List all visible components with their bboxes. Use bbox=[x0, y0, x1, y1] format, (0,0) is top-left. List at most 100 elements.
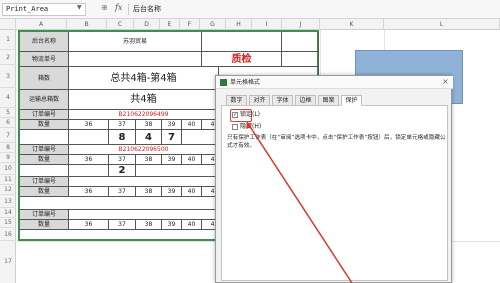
table-cell[interactable]: 物流单号 bbox=[20, 52, 69, 67]
dialog-title: 单元格格式 bbox=[230, 79, 261, 86]
table-cell[interactable]: 37 bbox=[109, 220, 136, 230]
column-header[interactable]: L bbox=[384, 19, 500, 30]
table-cell[interactable]: 37 bbox=[109, 120, 136, 130]
table-cell[interactable]: 苏羽贸易 bbox=[69, 32, 202, 52]
select-all-corner[interactable] bbox=[0, 19, 16, 30]
table-cell[interactable] bbox=[69, 52, 202, 67]
table-cell[interactable] bbox=[69, 177, 219, 187]
table-cell[interactable]: 2 bbox=[109, 165, 136, 177]
name-box[interactable]: Print_Area bbox=[2, 3, 86, 16]
row-header[interactable]: 5 bbox=[0, 108, 16, 118]
app-icon bbox=[220, 79, 227, 86]
table-cell[interactable]: 38 bbox=[136, 120, 162, 130]
row-header[interactable]: 4 bbox=[0, 88, 16, 108]
table-cell[interactable]: 40 bbox=[182, 155, 202, 165]
row-header[interactable]: 11 bbox=[0, 175, 16, 185]
column-header[interactable]: G bbox=[200, 19, 226, 30]
table-cell[interactable]: 订单编号 bbox=[20, 177, 69, 187]
table-cell[interactable]: 38 bbox=[136, 220, 162, 230]
table-cell[interactable]: 质检 bbox=[202, 52, 282, 67]
table-cell[interactable]: 4 bbox=[136, 130, 162, 145]
column-header[interactable]: I bbox=[252, 19, 282, 30]
zoom-icon[interactable]: ⊕ bbox=[101, 3, 108, 12]
table-cell[interactable]: 运输总箱数 bbox=[20, 90, 69, 110]
protection-note: 只有保护工作表（在“审阅”选项卡中，点击“保护工作表”按钮）后，锁定单元格或隐藏… bbox=[227, 135, 446, 149]
row-header[interactable]: 7 bbox=[0, 128, 16, 143]
table-cell[interactable] bbox=[282, 52, 319, 67]
table-cell[interactable]: 总共4箱-第4箱 bbox=[69, 67, 219, 90]
table-cell[interactable]: 39 bbox=[162, 220, 182, 230]
table-cell[interactable]: 39 bbox=[162, 187, 182, 197]
hidden-checkbox[interactable] bbox=[232, 124, 238, 130]
row-header-bar: 1 2 3 4 5 6 7 8 9 10 11 12 13 14 15 16 1… bbox=[0, 30, 16, 283]
table-cell[interactable]: 订单编号 bbox=[20, 210, 69, 220]
table-cell[interactable] bbox=[69, 210, 219, 220]
table-cell[interactable] bbox=[69, 130, 109, 145]
tab-protection[interactable]: 保护 bbox=[341, 95, 362, 106]
table-cell[interactable]: 数量 bbox=[20, 120, 69, 130]
table-cell[interactable]: 38 bbox=[136, 187, 162, 197]
table-cell[interactable]: 箱数 bbox=[20, 67, 69, 90]
table-cell[interactable]: B210622096499 bbox=[69, 110, 219, 120]
table-cell[interactable]: 后台名称 bbox=[20, 32, 69, 52]
divider bbox=[128, 4, 129, 15]
table-cell[interactable]: 订单编号 bbox=[20, 145, 69, 155]
row-header[interactable]: 13 bbox=[0, 195, 16, 208]
table-cell[interactable]: 数量 bbox=[20, 187, 69, 197]
row-header[interactable]: 2 bbox=[0, 50, 16, 65]
table-cell[interactable]: 8 bbox=[109, 130, 136, 145]
fx-icon[interactable]: fx bbox=[115, 3, 122, 12]
column-header[interactable]: E bbox=[160, 19, 180, 30]
column-header[interactable]: K bbox=[320, 19, 384, 30]
column-header[interactable]: H bbox=[226, 19, 252, 30]
table-cell[interactable]: 40 bbox=[182, 187, 202, 197]
column-header[interactable]: D bbox=[134, 19, 160, 30]
row-header[interactable]: 10 bbox=[0, 163, 16, 175]
table-cell[interactable]: B210622096500 bbox=[69, 145, 219, 155]
column-header[interactable]: J bbox=[282, 19, 320, 30]
table-cell[interactable] bbox=[20, 130, 69, 145]
row-header[interactable]: 15 bbox=[0, 218, 16, 228]
formula-input[interactable]: 后台名称 bbox=[133, 3, 161, 16]
table-cell[interactable]: 数量 bbox=[20, 220, 69, 230]
row-header[interactable]: 6 bbox=[0, 118, 16, 128]
table-cell[interactable]: 40 bbox=[182, 220, 202, 230]
row-header[interactable]: 17 bbox=[0, 241, 16, 283]
close-icon[interactable]: × bbox=[442, 77, 449, 86]
row-header[interactable]: 8 bbox=[0, 143, 16, 153]
table-cell[interactable]: 数量 bbox=[20, 155, 69, 165]
locked-checkbox[interactable]: ✓ bbox=[232, 112, 238, 118]
table-cell[interactable]: 订单编号 bbox=[20, 110, 69, 120]
table-cell[interactable]: 36 bbox=[69, 120, 109, 130]
row-header[interactable]: 12 bbox=[0, 185, 16, 195]
formula-bar: Print_Area ▼ ⊕ fx 后台名称 bbox=[0, 0, 500, 19]
table-cell[interactable]: 36 bbox=[69, 187, 109, 197]
column-header[interactable]: C bbox=[107, 19, 134, 30]
row-header[interactable]: 1 bbox=[0, 30, 16, 50]
table-cell[interactable] bbox=[20, 165, 69, 177]
table-cell[interactable] bbox=[202, 32, 282, 52]
dialog-title-bar[interactable]: 单元格格式 × bbox=[216, 76, 453, 89]
row-header[interactable]: 9 bbox=[0, 153, 16, 163]
table-cell[interactable]: 7 bbox=[162, 130, 182, 145]
table-cell[interactable]: 40 bbox=[182, 120, 202, 130]
table-cell[interactable]: 共4箱 bbox=[69, 90, 219, 110]
row-header[interactable]: 16 bbox=[0, 228, 16, 241]
table-cell[interactable]: 39 bbox=[162, 120, 182, 130]
table-cell[interactable]: 36 bbox=[69, 220, 109, 230]
table-cell[interactable]: 38 bbox=[136, 155, 162, 165]
column-header[interactable]: A bbox=[16, 19, 67, 30]
table-cell[interactable]: 39 bbox=[162, 155, 182, 165]
table-cell[interactable]: 37 bbox=[109, 155, 136, 165]
format-cells-dialog: 单元格格式 × 数字 对齐 字体 边框 图案 保护 ✓ 锁定(L) 隐藏(H) … bbox=[215, 75, 453, 283]
table-cell[interactable] bbox=[282, 32, 319, 52]
chevron-down-icon[interactable]: ▼ bbox=[77, 4, 82, 11]
column-header[interactable]: B bbox=[67, 19, 107, 30]
table-cell[interactable]: 36 bbox=[69, 155, 109, 165]
table-cell[interactable] bbox=[69, 165, 109, 177]
row-header[interactable]: 14 bbox=[0, 208, 16, 218]
row-header[interactable]: 3 bbox=[0, 65, 16, 88]
column-header[interactable]: F bbox=[180, 19, 200, 30]
table-cell[interactable]: 37 bbox=[109, 187, 136, 197]
hidden-label: 隐藏(H) bbox=[240, 123, 262, 130]
